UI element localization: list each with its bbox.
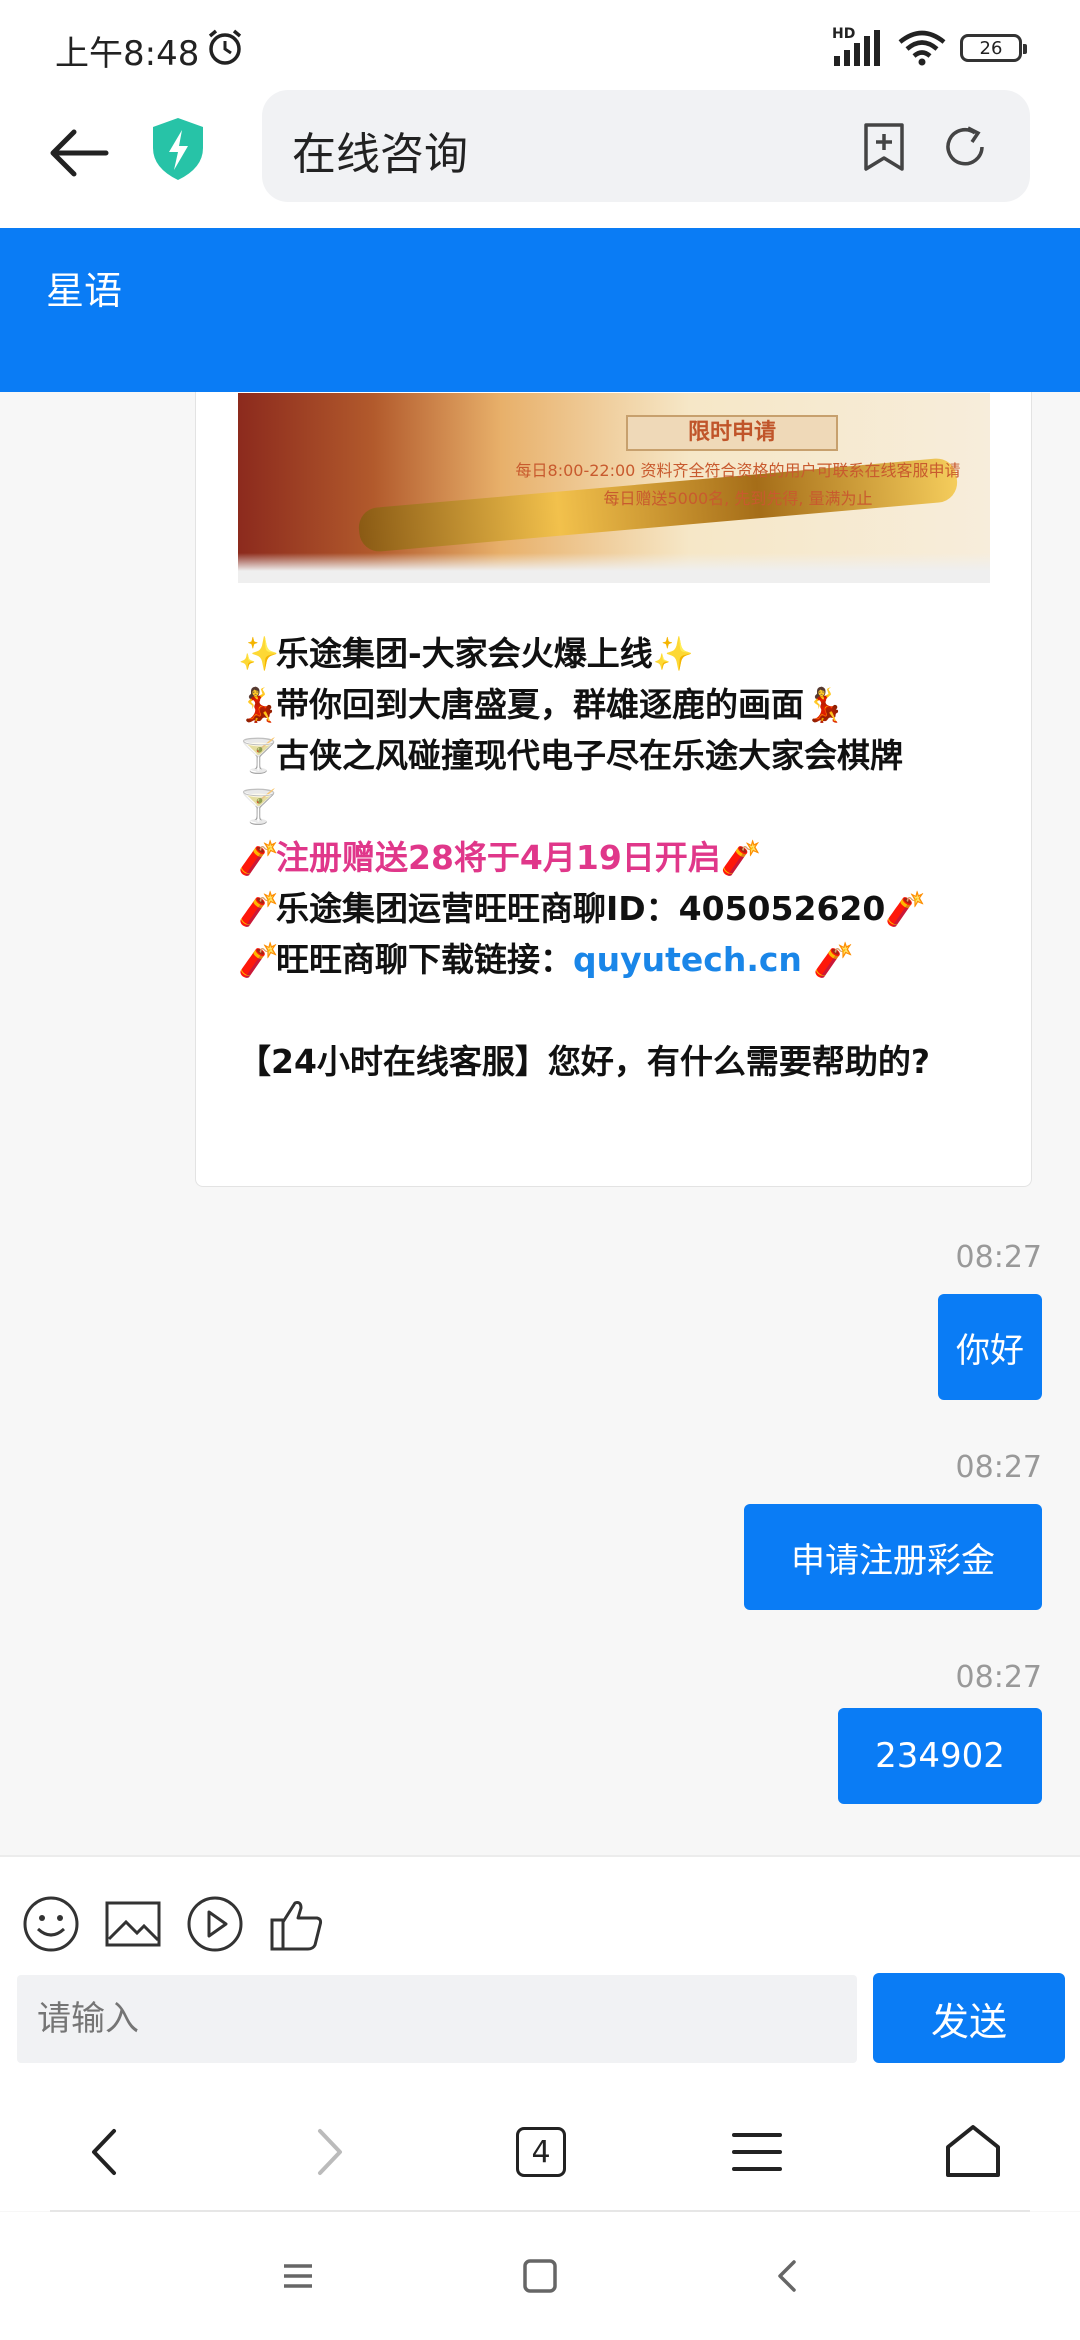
download-link[interactable]: quyutech.cn — [573, 940, 802, 979]
tab-count: 4 — [516, 2127, 566, 2177]
user-message-bubble[interactable]: 234902 — [838, 1708, 1042, 1804]
dancer-icon: 💃 — [238, 685, 280, 724]
status-bar: 上午8:48 HD 26 — [0, 0, 1080, 90]
sparkles-icon: ✨ — [652, 634, 694, 673]
firecracker-icon: 🧨 — [238, 940, 280, 979]
battery-icon: 26 — [960, 34, 1027, 62]
url-bar[interactable]: 在线咨询 — [262, 90, 1030, 202]
system-home-icon[interactable] — [516, 2252, 564, 2300]
nav-back-icon[interactable] — [72, 2117, 142, 2187]
message-line: 古侠之风碰撞现代电子尽在乐途大家会棋牌 — [276, 736, 903, 775]
message-line: 旺旺商聊下载链接： — [276, 940, 573, 979]
address-bar: 在线咨询 — [0, 90, 1080, 228]
agent-message-card: 限时申请 每日8:00-22:00 资料齐全符合资格的用户可联系在线客服申请 每… — [195, 392, 1032, 1187]
system-back-icon[interactable] — [764, 2252, 812, 2300]
firecracker-icon: 🧨 — [238, 838, 280, 877]
status-time: 上午8:48 — [55, 34, 200, 74]
message-line: 【24小时在线客服】您好，有什么需要帮助的? — [238, 1042, 931, 1081]
firecracker-icon: 🧨 — [720, 838, 762, 877]
banner-edge — [238, 553, 990, 583]
input-toolbar: 发送 — [0, 1855, 1080, 2091]
cocktail-icon: 🍸 — [238, 736, 280, 775]
home-icon[interactable] — [938, 2117, 1008, 2187]
emoji-icon[interactable] — [22, 1895, 80, 1953]
message-time: 08:27 — [955, 1660, 1042, 1695]
screen: 上午8:48 HD 26 在线咨询 星语 限时申请 每日8:00-22:00 资… — [0, 0, 1080, 2340]
user-message-bubble[interactable]: 申请注册彩金 — [744, 1504, 1042, 1610]
back-arrow-icon[interactable] — [48, 122, 110, 184]
message-line-highlight: 注册赠送28将于4月19日开启 — [276, 838, 721, 877]
message-time: 08:27 — [955, 1240, 1042, 1275]
browser-bottom-nav: 4 — [0, 2091, 1080, 2211]
image-icon[interactable] — [104, 1895, 162, 1953]
video-icon[interactable] — [186, 1895, 244, 1953]
message-line: 带你回到大唐盛夏，群雄逐鹿的画面 — [276, 685, 804, 724]
recent-apps-icon[interactable] — [274, 2252, 322, 2300]
message-time: 08:27 — [955, 1450, 1042, 1485]
chat-header: 星语 — [0, 228, 1080, 392]
firecracker-icon: 🧨 — [813, 940, 855, 979]
message-line: 乐途集团-大家会火爆上线 — [276, 634, 653, 673]
url-title: 在线咨询 — [292, 129, 468, 180]
send-button[interactable]: 发送 — [873, 1973, 1065, 2063]
banner-badge: 限时申请 — [626, 415, 838, 451]
chat-area[interactable]: 限时申请 每日8:00-22:00 资料齐全符合资格的用户可联系在线客服申请 每… — [0, 392, 1080, 1855]
message-input[interactable] — [17, 1975, 857, 2063]
tabs-button[interactable]: 4 — [506, 2117, 576, 2187]
sparkles-icon: ✨ — [238, 634, 280, 673]
page-title: 星语 — [46, 269, 123, 313]
wifi-icon — [898, 30, 946, 66]
firecracker-icon: 🧨 — [885, 889, 927, 928]
alarm-icon — [208, 29, 242, 65]
system-nav-bar — [0, 2212, 1080, 2340]
agent-message-text: ✨乐途集团-大家会火爆上线✨ 💃带你回到大唐盛夏，群雄逐鹿的画面💃 🍸古侠之风碰… — [238, 628, 998, 1087]
signal-icon: HD — [832, 26, 884, 66]
security-shield-icon[interactable] — [150, 116, 206, 182]
promo-banner-image: 限时申请 每日8:00-22:00 资料齐全符合资格的用户可联系在线客服申请 每… — [238, 393, 990, 583]
user-message-bubble[interactable]: 你好 — [938, 1294, 1042, 1400]
nav-forward-icon[interactable] — [292, 2117, 362, 2187]
thumbs-up-icon[interactable] — [268, 1895, 326, 1953]
status-icons: HD 26 — [832, 26, 1027, 68]
cocktail-icon: 🍸 — [238, 787, 280, 826]
banner-line: 每日赠送5000名, 先到先得, 量满为止 — [603, 489, 873, 508]
banner-line: 每日8:00-22:00 资料齐全符合资格的用户可联系在线客服申请 — [515, 461, 961, 480]
add-bookmark-icon[interactable] — [862, 122, 906, 172]
message-line: 乐途集团运营旺旺商聊ID：405052620 — [276, 889, 886, 928]
menu-icon[interactable] — [722, 2117, 792, 2187]
refresh-icon[interactable] — [942, 124, 988, 170]
battery-level: 26 — [979, 37, 1003, 59]
firecracker-icon: 🧨 — [238, 889, 280, 928]
dancer-icon: 💃 — [804, 685, 846, 724]
